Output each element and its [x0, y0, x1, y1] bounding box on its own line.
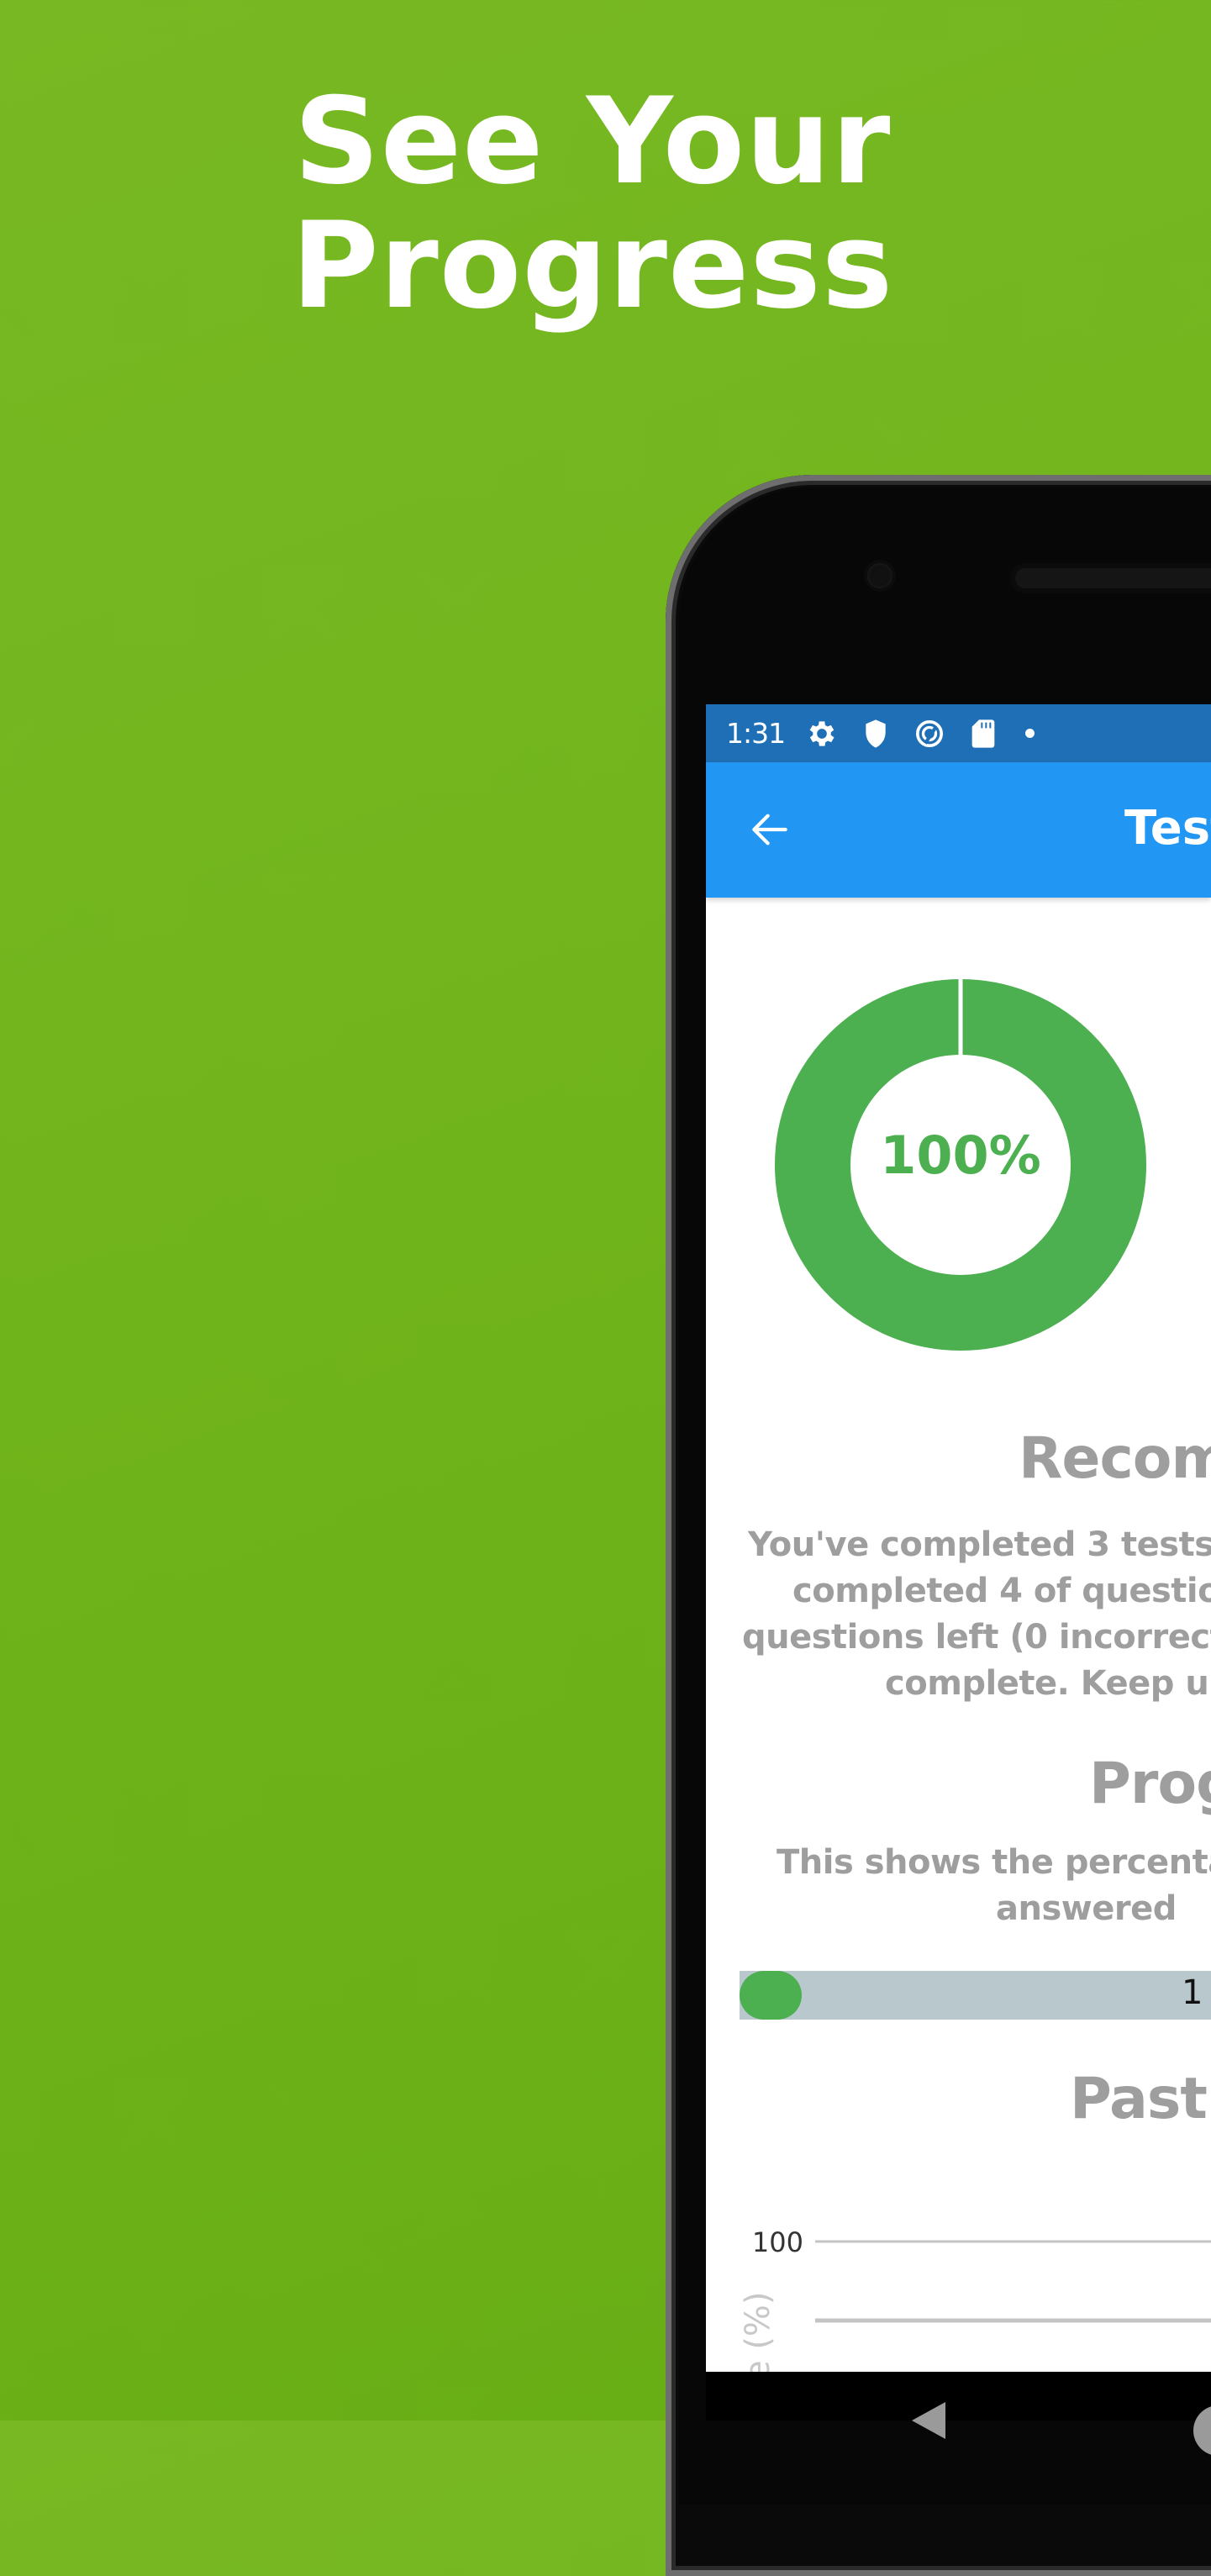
promo-headline: See Your Progress: [0, 80, 1185, 329]
notification-dot-icon: [1025, 729, 1035, 738]
navigation-bar: [706, 2372, 1211, 2456]
progress-description-line: This shows the percenta: [777, 1843, 1211, 1882]
status-time: 1:31: [726, 717, 786, 750]
y-tick-label: 100: [752, 2226, 803, 2258]
progress-value: 1: [1182, 1973, 1203, 2012]
recommendation-line: complete. Keep u: [885, 1664, 1209, 1703]
phone-screen: 1:31 Test 100% Recomm You've completed 3…: [706, 704, 1211, 2372]
front-camera: [867, 563, 892, 588]
recommendation-line: You've completed 3 tests a: [748, 1525, 1211, 1564]
app-title: Test: [1124, 801, 1211, 856]
headline-line-2: Progress: [291, 197, 894, 335]
progress-description-line: answered: [996, 1889, 1177, 1928]
sync-circle-icon: [913, 717, 946, 751]
progress-bar-fill: [740, 1971, 802, 2020]
past-tests-chart: 10050e (%): [706, 2049, 1211, 2372]
back-triangle-icon[interactable]: [912, 2402, 945, 2439]
earpiece-speaker: [1015, 568, 1211, 588]
back-button[interactable]: [746, 806, 793, 853]
recommendation-heading: Recomm: [1019, 1425, 1211, 1492]
past-tests-chart-svg: 10050e (%): [739, 2226, 1211, 2372]
sd-card-icon: [966, 717, 1000, 751]
recommendation-line: completed 4 of questio: [792, 1572, 1211, 1610]
progress-bar: [740, 1971, 1211, 2020]
headline-line-1: See Your: [293, 72, 892, 211]
status-bar: 1:31: [706, 704, 1211, 762]
y-axis-label: e (%): [739, 2291, 777, 2372]
shield-icon: [859, 717, 892, 751]
progress-heading: Prog: [1089, 1751, 1211, 1817]
score-percent-label: 100%: [880, 1125, 1041, 1186]
arrow-left-icon: [752, 814, 787, 845]
app-bar: Test: [706, 762, 1211, 898]
settings-gear-icon: [805, 717, 839, 751]
recommendation-line: questions left (0 incorrect: [742, 1618, 1211, 1657]
